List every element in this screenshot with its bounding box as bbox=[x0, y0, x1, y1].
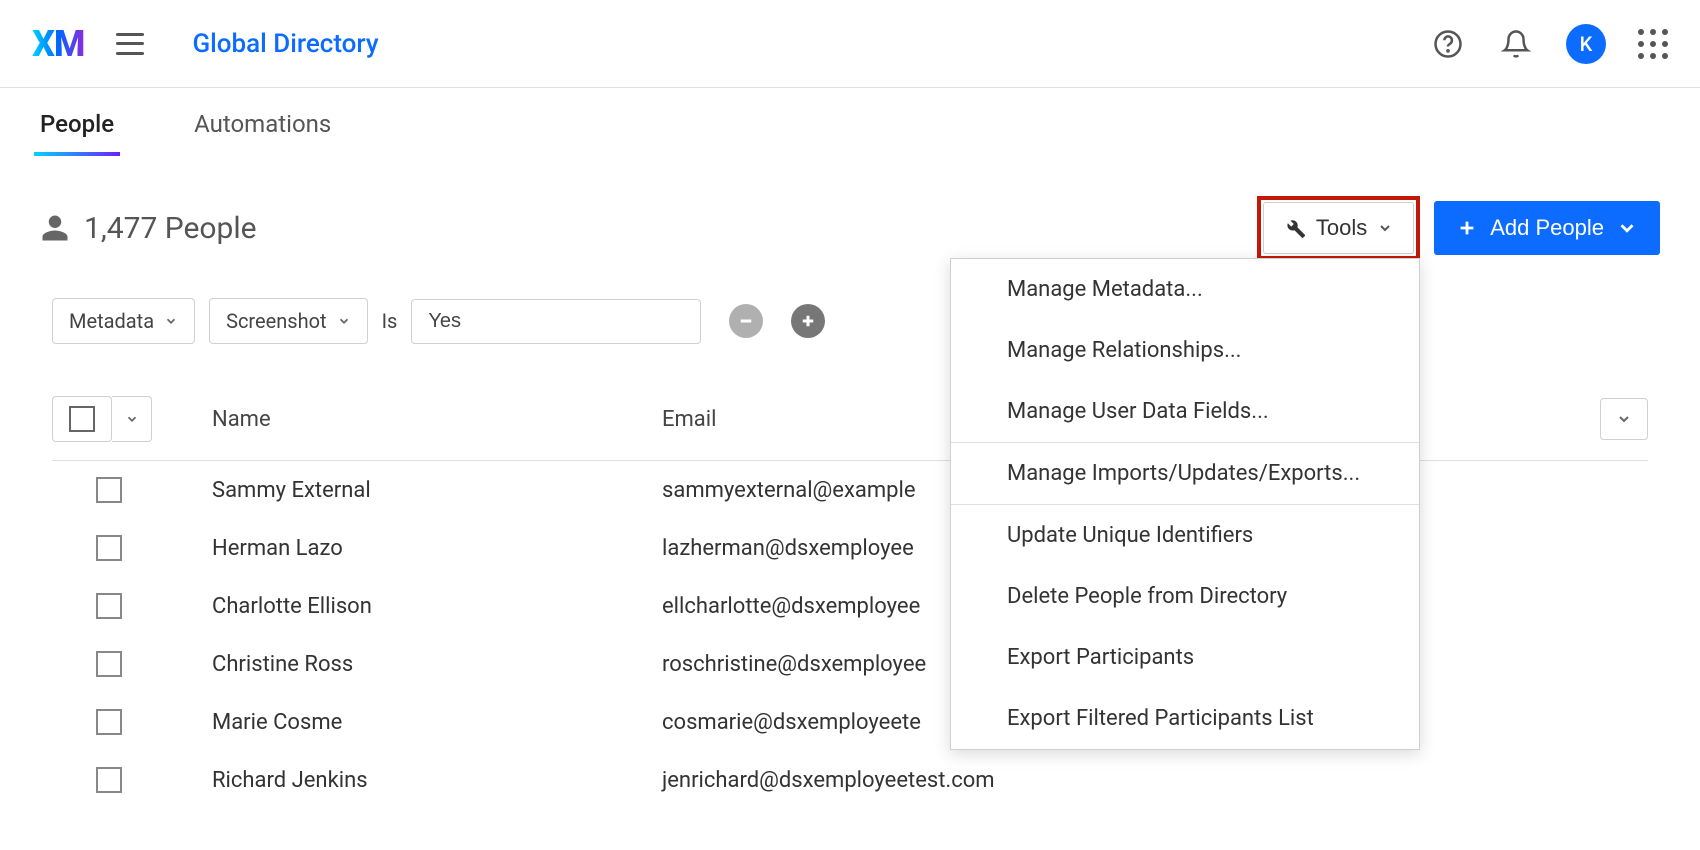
filter-field-label: Screenshot bbox=[226, 309, 326, 333]
chevron-down-icon bbox=[125, 412, 139, 426]
tools-button[interactable]: Tools bbox=[1263, 202, 1414, 254]
table-row[interactable]: Richard Jenkinsjenrichard@dsxemployeetes… bbox=[52, 751, 1648, 809]
row-checkbox[interactable] bbox=[96, 535, 122, 561]
row-checkbox[interactable] bbox=[96, 709, 122, 735]
people-count-label: 1,477 People bbox=[84, 211, 257, 246]
add-people-button[interactable]: Add People bbox=[1434, 201, 1660, 255]
row-checkbox[interactable] bbox=[96, 767, 122, 793]
tools-label: Tools bbox=[1316, 215, 1367, 241]
row-name: Marie Cosme bbox=[212, 710, 662, 735]
menu-export-filtered-participants[interactable]: Export Filtered Participants List bbox=[951, 688, 1419, 749]
column-header-name[interactable]: Name bbox=[212, 407, 662, 432]
bell-icon[interactable] bbox=[1498, 26, 1534, 62]
row-checkbox[interactable] bbox=[96, 593, 122, 619]
row-checkbox[interactable] bbox=[96, 651, 122, 677]
select-all-checkbox[interactable] bbox=[69, 406, 95, 432]
chevron-down-icon bbox=[337, 314, 351, 328]
row-name: Herman Lazo bbox=[212, 536, 662, 561]
tab-people[interactable]: People bbox=[40, 88, 114, 156]
filter-value-input[interactable] bbox=[411, 299, 701, 344]
tools-dropdown: Manage Metadata... Manage Relationships.… bbox=[950, 258, 1420, 750]
row-checkbox[interactable] bbox=[96, 477, 122, 503]
chevron-down-icon bbox=[164, 314, 178, 328]
help-icon[interactable] bbox=[1430, 26, 1466, 62]
apps-grid-icon[interactable] bbox=[1638, 29, 1668, 59]
add-filter-button[interactable] bbox=[791, 304, 825, 338]
add-people-label: Add People bbox=[1490, 215, 1604, 241]
filter-field-select[interactable]: Screenshot bbox=[209, 298, 367, 344]
select-all-dropdown[interactable] bbox=[52, 396, 112, 442]
row-name: Sammy External bbox=[212, 478, 662, 503]
row-email: jenrichard@dsxemployeetest.com bbox=[662, 768, 1648, 793]
avatar[interactable]: K bbox=[1566, 24, 1606, 64]
plus-icon bbox=[1456, 217, 1478, 239]
row-name: Charlotte Ellison bbox=[212, 594, 662, 619]
filters-row: Metadata Screenshot Is bbox=[0, 280, 1700, 362]
filter-type-label: Metadata bbox=[69, 309, 154, 333]
filter-operator-label: Is bbox=[382, 309, 398, 333]
menu-manage-user-data-fields[interactable]: Manage User Data Fields... bbox=[951, 381, 1419, 442]
topbar-right: K bbox=[1430, 24, 1668, 64]
breadcrumb[interactable]: Global Directory bbox=[192, 29, 378, 59]
people-table: Name Email Sammy Externalsammyexternal@e… bbox=[0, 362, 1700, 809]
menu-delete-people[interactable]: Delete People from Directory bbox=[951, 566, 1419, 627]
menu-manage-metadata[interactable]: Manage Metadata... bbox=[951, 259, 1419, 320]
filter-type-select[interactable]: Metadata bbox=[52, 298, 195, 344]
chevron-down-icon bbox=[1377, 220, 1393, 236]
wrench-icon bbox=[1284, 217, 1306, 239]
plus-icon bbox=[799, 312, 817, 330]
menu-icon[interactable] bbox=[116, 33, 144, 55]
select-all-chevron[interactable] bbox=[112, 396, 152, 442]
column-options-button[interactable] bbox=[1600, 398, 1648, 440]
chevron-down-icon bbox=[1616, 217, 1638, 239]
tab-automations[interactable]: Automations bbox=[194, 88, 331, 156]
row-name: Richard Jenkins bbox=[212, 768, 662, 793]
menu-manage-imports[interactable]: Manage Imports/Updates/Exports... bbox=[951, 443, 1419, 504]
row-name: Christine Ross bbox=[212, 652, 662, 677]
menu-manage-relationships[interactable]: Manage Relationships... bbox=[951, 320, 1419, 381]
page-header-right: Tools Add People Manage Metadata... Mana… bbox=[1257, 196, 1660, 260]
topbar: XM Global Directory K bbox=[0, 0, 1700, 88]
people-count: 1,477 People bbox=[40, 211, 257, 246]
remove-filter-button[interactable] bbox=[729, 304, 763, 338]
chevron-down-icon bbox=[1616, 411, 1632, 427]
tabs: People Automations bbox=[0, 88, 1700, 156]
menu-update-unique-identifiers[interactable]: Update Unique Identifiers bbox=[951, 505, 1419, 566]
menu-export-participants[interactable]: Export Participants bbox=[951, 627, 1419, 688]
minus-icon bbox=[737, 312, 755, 330]
page-header: 1,477 People Tools Add People Manage Met… bbox=[0, 156, 1700, 280]
tools-highlight: Tools bbox=[1257, 196, 1420, 260]
person-icon bbox=[40, 213, 70, 243]
logo: XM bbox=[32, 23, 84, 65]
